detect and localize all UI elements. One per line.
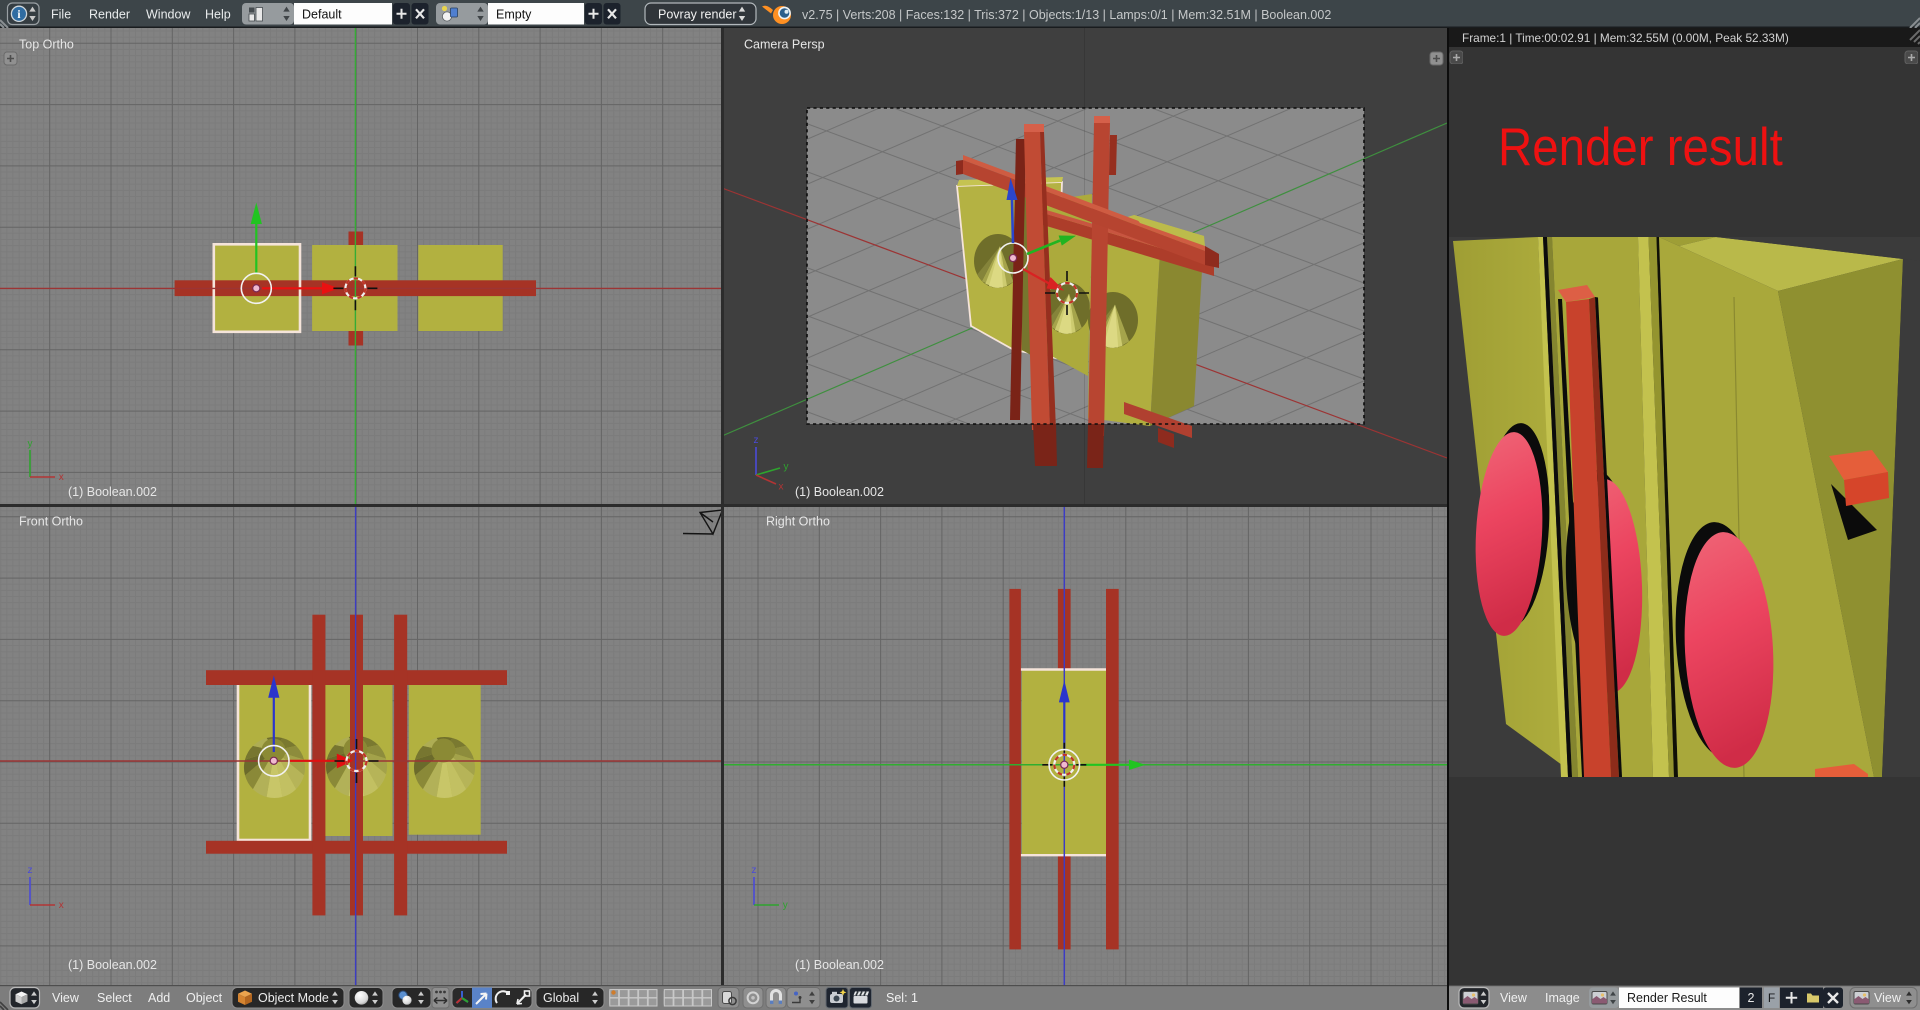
svg-text:Global: Global: [543, 991, 579, 1005]
svg-text:F: F: [1768, 991, 1775, 1005]
svg-text:Help: Help: [205, 8, 231, 22]
svg-text:Image: Image: [1545, 991, 1580, 1005]
svg-text:View: View: [1500, 991, 1528, 1005]
svg-text:x: x: [59, 900, 64, 911]
svg-text:Render Result: Render Result: [1627, 991, 1707, 1005]
svg-text:2: 2: [1748, 991, 1755, 1005]
svg-text:Top Ortho: Top Ortho: [19, 38, 74, 52]
svg-text:(1) Boolean.002: (1) Boolean.002: [68, 485, 157, 499]
svg-text:y: y: [28, 438, 33, 449]
svg-text:(1) Boolean.002: (1) Boolean.002: [795, 485, 884, 499]
svg-text:View: View: [52, 991, 80, 1005]
svg-text:Render: Render: [89, 8, 130, 22]
svg-text:Empty: Empty: [496, 8, 532, 22]
svg-text:View: View: [1874, 991, 1902, 1005]
svg-text:(1) Boolean.002: (1) Boolean.002: [795, 958, 884, 972]
svg-text:Object: Object: [186, 991, 223, 1005]
svg-text:File: File: [51, 8, 71, 22]
svg-text:z: z: [28, 865, 33, 876]
svg-text:Povray render: Povray render: [658, 8, 737, 22]
svg-text:Sel: 1: Sel: 1: [886, 991, 918, 1005]
svg-text:Default: Default: [302, 8, 342, 22]
svg-text:Window: Window: [146, 8, 191, 22]
svg-text:z: z: [752, 865, 757, 876]
svg-text:Right Ortho: Right Ortho: [766, 515, 830, 529]
svg-text:Select: Select: [97, 991, 132, 1005]
svg-text:(1) Boolean.002: (1) Boolean.002: [68, 958, 157, 972]
svg-text:z: z: [754, 435, 759, 446]
svg-text:x: x: [59, 472, 64, 483]
svg-text:Add: Add: [148, 991, 170, 1005]
svg-text:x: x: [779, 481, 784, 492]
svg-text:y: y: [783, 900, 788, 911]
svg-text:Front Ortho: Front Ortho: [19, 515, 83, 529]
svg-text:y: y: [784, 461, 789, 472]
svg-text:Object Mode: Object Mode: [258, 991, 329, 1005]
svg-text:Camera Persp: Camera Persp: [744, 38, 825, 52]
svg-text:v2.75 | Verts:208 | Faces:132: v2.75 | Verts:208 | Faces:132 | Tris:372…: [802, 8, 1331, 22]
